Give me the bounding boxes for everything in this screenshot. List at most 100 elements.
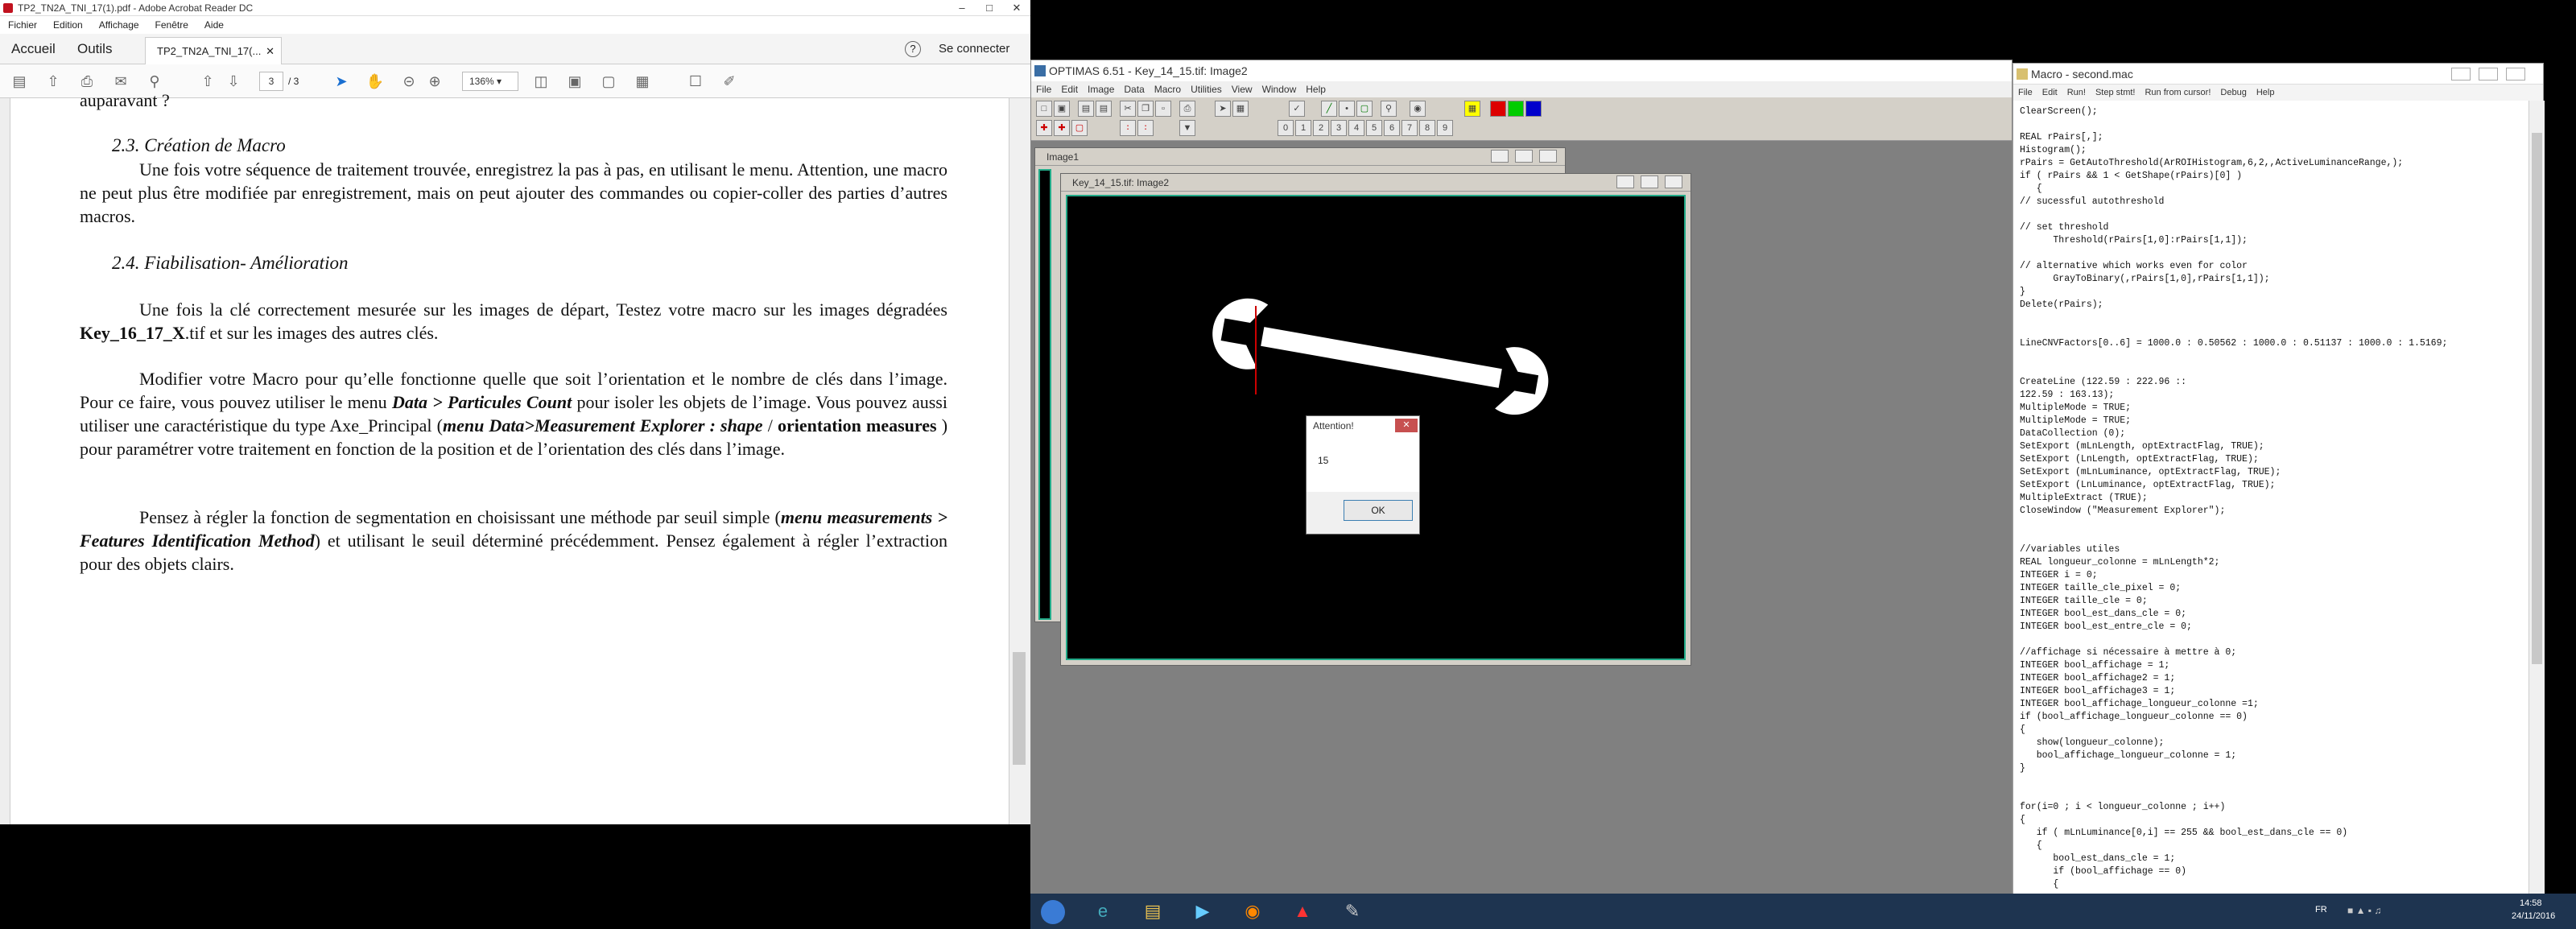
- menu-step[interactable]: Step stmt!: [2095, 88, 2136, 97]
- explorer-icon[interactable]: ▤: [1135, 897, 1170, 926]
- menu-edit[interactable]: Edit: [1061, 84, 1078, 95]
- zoom-out-icon[interactable]: ⊝: [399, 72, 419, 91]
- line-tool-icon[interactable]: ╱: [1321, 101, 1337, 117]
- maximize-button[interactable]: □: [976, 0, 1003, 16]
- upload-icon[interactable]: ⇧: [43, 72, 63, 91]
- pen-icon[interactable]: ✐: [720, 72, 739, 91]
- menu-help[interactable]: Help: [2256, 88, 2275, 97]
- pointer-icon[interactable]: ➤: [1215, 101, 1231, 117]
- select-icon[interactable]: ▦: [1232, 101, 1249, 117]
- close-icon[interactable]: ✕: [266, 38, 275, 65]
- menu-file[interactable]: File: [1036, 84, 1051, 95]
- macro-button-7[interactable]: 7: [1402, 120, 1418, 136]
- save-icon[interactable]: ▤: [10, 72, 29, 91]
- cut-icon[interactable]: ✂: [1120, 101, 1136, 117]
- attention-dialog[interactable]: Attention! ✕ 15 OK: [1306, 415, 1420, 535]
- page-down-icon[interactable]: ⇩: [224, 72, 243, 91]
- zoom-select[interactable]: 136% ▾: [462, 72, 518, 91]
- minimize-button[interactable]: –: [948, 0, 976, 16]
- macro-button-2[interactable]: 2: [1313, 120, 1329, 136]
- red-tool-icon[interactable]: ∶: [1120, 120, 1136, 136]
- ie-icon[interactable]: e: [1085, 897, 1121, 926]
- macro-button-1[interactable]: 1: [1295, 120, 1311, 136]
- signin-link[interactable]: Se connecter: [939, 34, 1009, 64]
- open-icon[interactable]: ▣: [1054, 101, 1070, 117]
- close-button[interactable]: ✕: [1395, 419, 1418, 432]
- fullscreen-icon[interactable]: ▢: [599, 72, 618, 91]
- clock-time[interactable]: 14:58: [2520, 898, 2542, 908]
- clock-date[interactable]: 24/11/2016: [2512, 911, 2555, 921]
- menu-run-from-cursor[interactable]: Run from cursor!: [2145, 88, 2211, 97]
- menu-utilities[interactable]: Utilities: [1191, 84, 1222, 95]
- print-icon[interactable]: ⎙: [1179, 101, 1195, 117]
- minimize-button[interactable]: [1491, 150, 1509, 163]
- acrobat-taskbar-icon[interactable]: ▲: [1285, 897, 1320, 926]
- export-icon[interactable]: ▼: [1179, 120, 1195, 136]
- maximize-button[interactable]: [2479, 68, 2498, 81]
- point-tool-icon[interactable]: •: [1339, 101, 1355, 117]
- gray-icon[interactable]: ◉: [1410, 101, 1426, 117]
- tab-outils[interactable]: Outils: [77, 34, 112, 64]
- macro-button-6[interactable]: 6: [1384, 120, 1400, 136]
- hand-icon[interactable]: ✋: [365, 72, 385, 91]
- zoom-icon[interactable]: ⚲: [1381, 101, 1397, 117]
- firefox-icon[interactable]: ◉: [1235, 897, 1270, 926]
- new-icon[interactable]: □: [1036, 101, 1052, 117]
- optimas-taskbar-icon[interactable]: ▶: [1185, 897, 1220, 926]
- close-button[interactable]: [1665, 175, 1682, 188]
- maximize-button[interactable]: [1515, 150, 1533, 163]
- yellow-tool-icon[interactable]: ▦: [1464, 101, 1480, 117]
- area-tool-icon[interactable]: ▢: [1356, 101, 1373, 117]
- fit-page-icon[interactable]: ◫: [531, 72, 551, 91]
- save-icon[interactable]: ▤: [1078, 101, 1094, 117]
- red-tool-icon[interactable]: ∶: [1137, 120, 1154, 136]
- macro-code-editor[interactable]: ClearScreen(); REAL rPairs[,]; Histogram…: [2013, 101, 2529, 898]
- tray-icons[interactable]: ■ ▲ ▪ ♫: [2347, 905, 2381, 916]
- macro-button-8[interactable]: 8: [1419, 120, 1435, 136]
- page-number-input[interactable]: 3: [259, 72, 283, 91]
- menu-image[interactable]: Image: [1088, 84, 1114, 95]
- page-up-icon[interactable]: ⇧: [198, 72, 217, 91]
- save-all-icon[interactable]: ▤: [1096, 101, 1112, 117]
- paint-icon[interactable]: ✎: [1335, 897, 1370, 926]
- close-button[interactable]: [1539, 150, 1557, 163]
- menu-debug[interactable]: Debug: [2220, 88, 2246, 97]
- macro-scrollbar[interactable]: [2529, 101, 2545, 898]
- language-indicator[interactable]: FR: [2315, 905, 2327, 915]
- macro-button-5[interactable]: 5: [1366, 120, 1382, 136]
- acrobat-scroll-thumb[interactable]: [1013, 652, 1026, 765]
- menu-affichage[interactable]: Affichage: [99, 19, 139, 31]
- maximize-button[interactable]: [1641, 175, 1658, 188]
- macro-button-9[interactable]: 9: [1437, 120, 1453, 136]
- macro-button-3[interactable]: 3: [1331, 120, 1347, 136]
- help-icon[interactable]: ?: [905, 41, 921, 57]
- menu-aide[interactable]: Aide: [204, 19, 224, 31]
- menu-macro[interactable]: Macro: [1154, 84, 1181, 95]
- select-cursor-icon[interactable]: ➤: [332, 72, 351, 91]
- ok-button[interactable]: OK: [1344, 500, 1413, 521]
- blue-color-icon[interactable]: [1525, 101, 1542, 117]
- macro-button-4[interactable]: 4: [1348, 120, 1364, 136]
- scroll-mode-icon[interactable]: ▣: [565, 72, 584, 91]
- copy-icon[interactable]: ❐: [1137, 101, 1154, 117]
- close-button[interactable]: ✕: [1003, 0, 1030, 16]
- macro-button-0[interactable]: 0: [1278, 120, 1294, 136]
- menu-data[interactable]: Data: [1124, 84, 1144, 95]
- zoom-in-icon[interactable]: ⊕: [425, 72, 444, 91]
- red-tool-icon[interactable]: ✚: [1054, 120, 1070, 136]
- minimize-button[interactable]: [2451, 68, 2471, 81]
- green-color-icon[interactable]: [1508, 101, 1524, 117]
- menu-fenetre[interactable]: Fenêtre: [155, 19, 188, 31]
- start-button[interactable]: [1035, 897, 1071, 926]
- menu-view[interactable]: View: [1232, 84, 1253, 95]
- minimize-button[interactable]: [1616, 175, 1634, 188]
- paste-icon[interactable]: ▫: [1155, 101, 1171, 117]
- red-tool-icon[interactable]: ✚: [1036, 120, 1052, 136]
- tab-accueil[interactable]: Accueil: [11, 34, 56, 64]
- comment-icon[interactable]: ☐: [686, 72, 705, 91]
- close-button[interactable]: [2506, 68, 2525, 81]
- macro-scroll-thumb[interactable]: [2532, 133, 2542, 664]
- red-tool-icon[interactable]: ▢: [1071, 120, 1088, 136]
- menu-edition[interactable]: Edition: [53, 19, 83, 31]
- menu-file[interactable]: File: [2018, 88, 2033, 97]
